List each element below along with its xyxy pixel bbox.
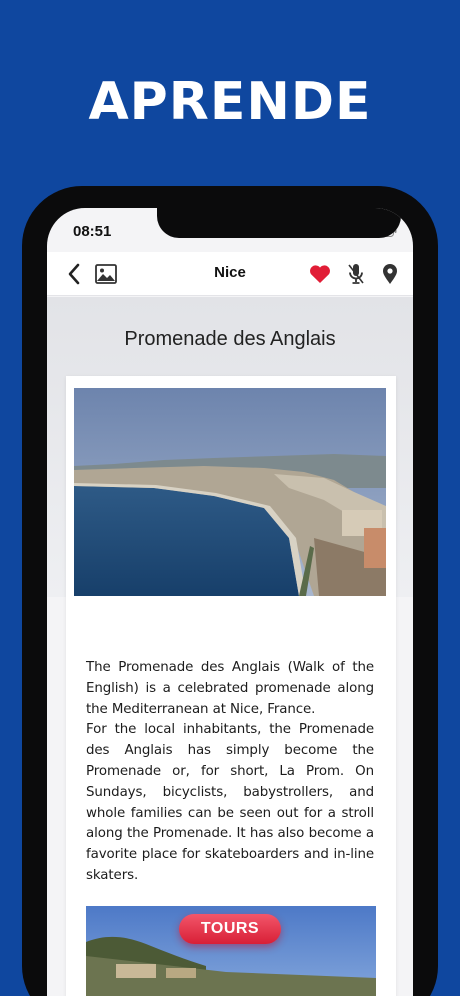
heart-icon — [310, 265, 330, 283]
location-pin-icon — [383, 264, 397, 284]
app-screen: 08:51 Nice Promenade des Anglais The Pro… — [47, 208, 413, 996]
content-card: The Promenade des Anglais (Walk of the E… — [66, 376, 396, 996]
device-notch — [157, 208, 401, 238]
status-time: 08:51 — [73, 223, 112, 240]
page-title: Promenade des Anglais — [124, 328, 336, 350]
description-paragraph-2: For the local inhabitants, the Promenade… — [86, 722, 374, 883]
map-button[interactable] — [377, 261, 403, 287]
description-paragraph-1: The Promenade des Anglais (Walk of the E… — [86, 660, 374, 717]
tours-button[interactable]: TOURS — [179, 914, 281, 944]
audio-button[interactable] — [343, 261, 369, 287]
promenade-photo[interactable] — [74, 388, 386, 596]
favorite-button[interactable] — [307, 261, 333, 287]
microphone-icon — [348, 264, 364, 284]
description-text: The Promenade des Anglais (Walk of the E… — [86, 658, 374, 887]
nav-bar: Nice — [47, 252, 413, 296]
promo-headline: APRENDE — [88, 72, 372, 132]
